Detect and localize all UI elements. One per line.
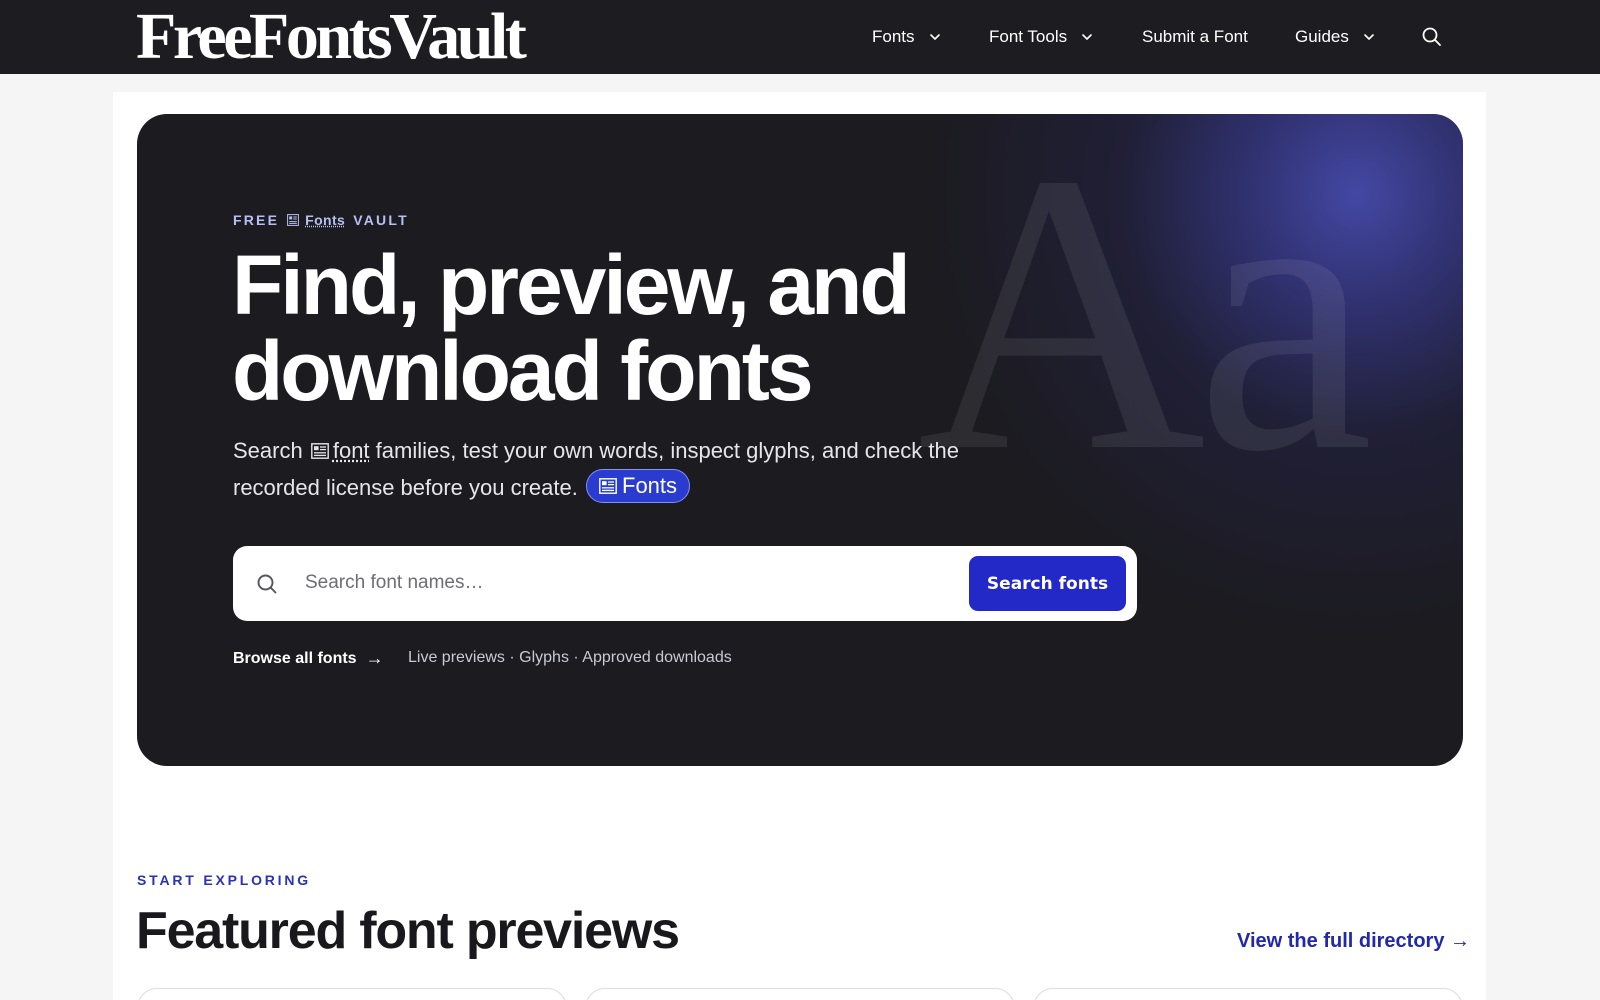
fonts-pill-button[interactable]: Fonts [586, 469, 691, 503]
nav-item-fonts[interactable]: Fonts [872, 26, 942, 48]
view-full-directory-link[interactable]: View the full directory → [1237, 930, 1470, 953]
section-title: Featured font previews [136, 902, 680, 960]
browse-label: Browse all fonts [233, 649, 357, 667]
hero-banner: Aa FREE Fonts VAULT Find, preview, and d… [137, 114, 1463, 766]
section-kicker: START EXPLORING [137, 872, 311, 888]
document-icon [287, 214, 300, 226]
eyebrow-text: FREE [233, 212, 280, 228]
chevron-down-icon [929, 34, 940, 40]
search-fonts-button[interactable]: Search fonts [969, 556, 1126, 611]
document-icon [599, 478, 617, 494]
site-logo[interactable]: FreeFontsVault [136, 2, 527, 72]
hero-description: Search font families, test your own word… [233, 432, 993, 506]
nav-item-guides[interactable]: Guides [1295, 26, 1376, 48]
search-icon [257, 574, 277, 594]
top-navbar: FreeFontsVault Fonts Font Tools Submit a… [0, 0, 1600, 74]
nav-item-label: Guides [1295, 27, 1349, 46]
eyebrow-text: VAULT [353, 212, 409, 228]
hero-eyebrow: FREE Fonts VAULT [233, 212, 409, 228]
description-text: Search [233, 438, 303, 463]
font-search-input[interactable] [305, 560, 945, 606]
description-link[interactable]: font [333, 438, 370, 463]
chevron-down-icon [1082, 34, 1092, 40]
nav-item-submit-a-font[interactable]: Submit a Font [1142, 26, 1248, 48]
nav-item-font-tools[interactable]: Font Tools [989, 26, 1094, 48]
font-preview-card[interactable] [1033, 988, 1463, 1000]
nav-item-label: Fonts [872, 27, 915, 46]
nav-item-label: Font Tools [989, 27, 1068, 46]
arrow-right-icon: → [365, 648, 384, 668]
font-search-bar: Search fonts [233, 546, 1137, 621]
browse-all-fonts-link[interactable]: Browse all fonts → [233, 648, 384, 669]
nav-item-label: Submit a Font [1142, 27, 1248, 46]
document-icon [310, 443, 329, 459]
chevron-down-icon [1364, 34, 1374, 40]
font-preview-card[interactable] [585, 988, 1015, 1000]
hero-title: Find, preview, and download fonts [232, 238, 911, 418]
search-icon[interactable] [1421, 26, 1443, 48]
font-preview-card[interactable] [137, 988, 567, 1000]
hero-feature-list: Live previews · Glyphs · Approved downlo… [408, 649, 732, 666]
eyebrow-link[interactable]: Fonts [305, 212, 345, 228]
pill-label: Fonts [622, 473, 678, 498]
